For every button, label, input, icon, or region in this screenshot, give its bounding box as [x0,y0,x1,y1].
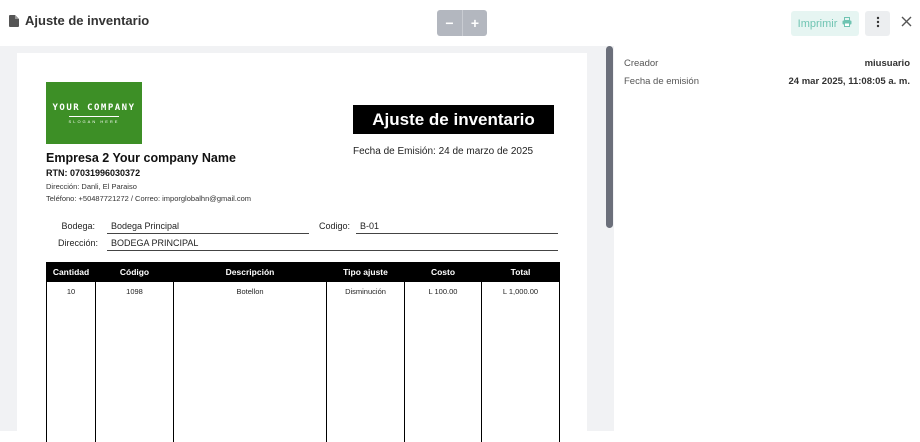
print-button[interactable]: Imprimir [791,11,859,36]
cell-tipo-ajuste: Disminución [326,281,405,442]
issue-date-label: Fecha de emisión [624,76,699,87]
close-button[interactable] [898,14,914,32]
col-header-descripcion: Descripción [173,262,327,282]
items-table: Cantidad Código Descripción Tipo ajuste … [46,262,560,442]
company-rtn: RTN: 07031996030372 [46,168,141,178]
zoom-in-button[interactable]: + [462,10,487,36]
emission-date: Fecha de Emisión: 24 de marzo de 2025 [353,146,534,157]
zoom-controls: − + [437,10,487,36]
col-header-cantidad: Cantidad [46,262,96,282]
bodega-label: Bodega: [61,221,95,231]
company-address: Dirección: Danli, El Paraiso [46,182,137,191]
company-name: Empresa 2 Your company Name [46,151,236,165]
col-header-codigo: Código [95,262,174,282]
table-header-row: Cantidad Código Descripción Tipo ajuste … [46,262,560,282]
cell-costo: L 100.00 [404,281,482,442]
document-page: YOUR COMPANY SLOGAN HERE Empresa 2 Your … [17,53,587,442]
creator-value: miusuario [864,58,910,69]
col-header-costo: Costo [404,262,482,282]
page-title: Ajuste de inventario [25,13,150,28]
creator-label: Creador [624,58,659,69]
cell-total: L 1,000.00 [481,281,560,442]
cell-cantidad: 10 [46,281,96,442]
cell-codigo: 1098 [95,281,174,442]
more-options-button[interactable] [865,11,890,36]
document-title: Ajuste de inventario [353,105,554,134]
document-viewer: YOUR COMPANY SLOGAN HERE Empresa 2 Your … [0,46,614,442]
direccion-label: Dirección: [57,238,98,248]
col-header-tipo-ajuste: Tipo ajuste [326,262,405,282]
document-icon [9,14,19,27]
print-label: Imprimir [797,17,838,30]
codigo-value: B-01 [356,220,558,234]
logo-slogan-text: SLOGAN HERE [68,115,120,124]
zoom-out-button[interactable]: − [437,10,462,36]
issue-date-value: 24 mar 2025, 11:08:05 a. m. [788,76,910,87]
metadata-panel: Creador miusuario Fecha de emisión 24 ma… [614,46,920,431]
codigo-label: Codigo: [318,221,350,231]
table-row: 10 1098 Botellon Disminución L 100.00 L … [46,281,560,442]
top-bar: Ajuste de inventario − + Imprimir [0,0,920,46]
viewer-scrollbar-thumb[interactable] [606,46,613,228]
bodega-value: Bodega Principal [107,220,309,234]
close-icon [901,14,912,32]
title-area: Ajuste de inventario [9,13,149,28]
printer-icon [842,17,852,30]
cell-descripcion: Botellon [173,281,327,442]
direccion-value: BODEGA PRINCIPAL [107,237,558,251]
company-logo: YOUR COMPANY SLOGAN HERE [46,82,142,144]
company-contact: Teléfono: +50487721272 / Correo: imporgl… [46,194,252,203]
kebab-menu-icon [876,15,880,33]
col-header-total: Total [481,262,560,282]
logo-company-text: YOUR COMPANY [52,102,136,113]
